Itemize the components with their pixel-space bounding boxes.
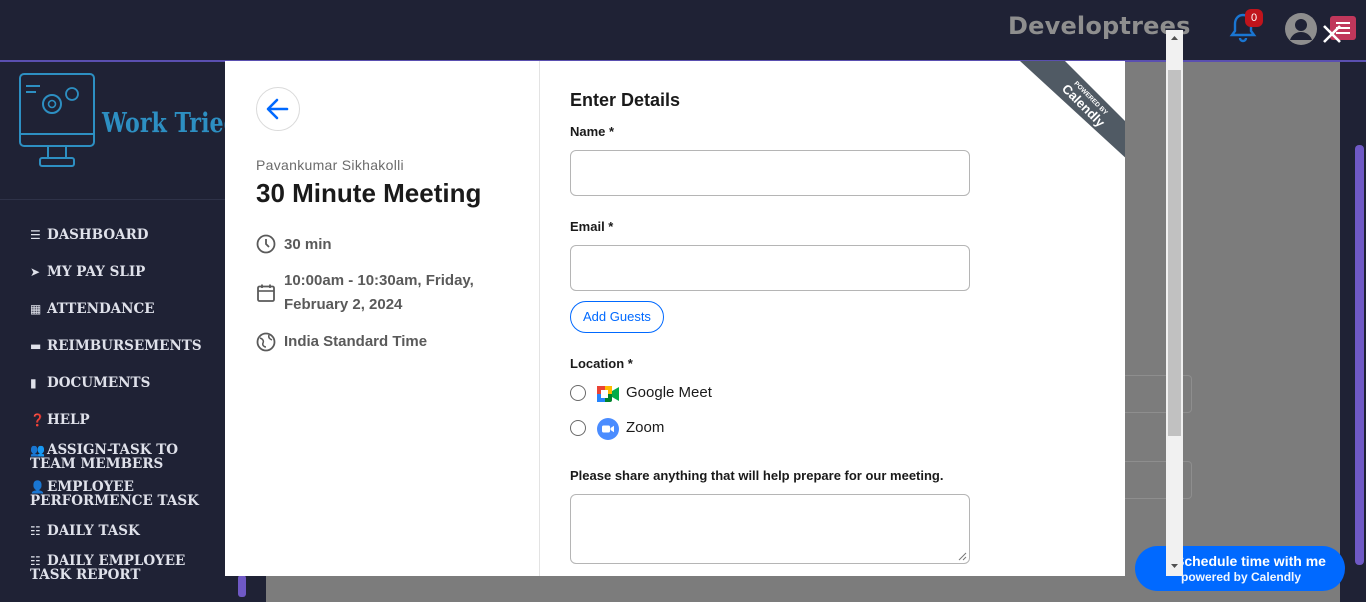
users-icon: 👥	[30, 443, 45, 457]
add-guests-button[interactable]: Add Guests	[570, 301, 664, 333]
sidebar-item-label: DOCUMENTS	[47, 375, 151, 391]
scroll-down-icon[interactable]	[1166, 560, 1183, 572]
notes-label: Please share anything that will help pre…	[570, 468, 944, 483]
zoom-label: Zoom	[626, 419, 665, 436]
notification-count-badge: 0	[1245, 9, 1263, 27]
location-option-google-meet[interactable]: Google Meet	[570, 382, 870, 406]
user-avatar-icon[interactable]	[1284, 12, 1318, 46]
work-tried-logo: Work Tried	[18, 72, 239, 177]
sidebar-item-label: MY PAY SLIP	[47, 264, 146, 280]
sidebar-item-employee-performance[interactable]: 👤 EMPLOYEE PERFORMENCE TASK	[30, 480, 220, 508]
sidebar-item-documents[interactable]: ▮ DOCUMENTS	[30, 376, 220, 390]
paper-plane-icon: ➤	[30, 265, 41, 279]
globe-icon	[256, 332, 276, 352]
page-scrollbar[interactable]	[1355, 145, 1364, 565]
sidebar-item-label: DAILY TASK	[47, 523, 140, 539]
task-list-icon: ☷	[30, 554, 41, 568]
duration-text: 30 min	[284, 236, 332, 253]
resize-handle-icon[interactable]	[957, 551, 967, 561]
clock-icon	[256, 234, 276, 254]
timezone-row: India Standard Time	[256, 329, 516, 353]
file-icon: ▮	[30, 376, 37, 390]
bars-icon: ☰	[30, 228, 41, 242]
sidebar-item-my-pay-slip[interactable]: ➤ MY PAY SLIP	[30, 265, 220, 279]
email-label: Email *	[570, 219, 614, 234]
host-name: Pavankumar Sikhakolli	[256, 157, 404, 173]
powered-by-calendly-ribbon[interactable]: POWERED BY Calendly	[1020, 61, 1125, 171]
duration-row: 30 min	[256, 232, 516, 256]
sidebar-divider	[0, 199, 226, 200]
sidebar-item-help[interactable]: ❓ HELP	[30, 413, 220, 427]
zoom-icon	[597, 418, 619, 440]
calendar-icon	[257, 284, 275, 302]
sidebar-item-label: DASHBOARD	[47, 227, 149, 243]
calendar-icon: ▦	[30, 302, 42, 316]
sidebar-item-dashboard[interactable]: ☰ DASHBOARD	[30, 228, 220, 242]
email-field[interactable]	[570, 245, 970, 291]
sidebar-item-label: HELP	[47, 412, 90, 428]
close-icon[interactable]	[1320, 22, 1344, 46]
sidebar-item-label: DAILY EMPLOYEE TASK REPORT	[30, 553, 186, 583]
name-field[interactable]	[570, 150, 970, 196]
back-button[interactable]	[256, 87, 300, 131]
sidebar-item-label: REIMBURSEMENTS	[47, 338, 202, 354]
datetime-row: 10:00am - 10:30am, Friday, February 2, 2…	[256, 269, 526, 319]
sidebar-item-label: EMPLOYEE PERFORMENCE TASK	[30, 479, 199, 509]
sidebar-item-daily-employee-report[interactable]: ☷ DAILY EMPLOYEE TASK REPORT	[30, 554, 220, 582]
event-details-pane: Pavankumar Sikhakolli 30 Minute Meeting …	[225, 61, 540, 576]
sidebar-scrollbar[interactable]	[238, 575, 246, 597]
google-meet-radio[interactable]	[570, 385, 586, 401]
form-title: Enter Details	[570, 90, 681, 110]
top-navbar: Developtrees 0	[0, 0, 1366, 62]
name-label: Name *	[570, 124, 615, 139]
badge-line-1: Schedule time with me	[1175, 553, 1326, 569]
arrow-left-icon	[266, 98, 289, 120]
brand-name: Developtrees	[1008, 12, 1191, 40]
scroll-up-icon[interactable]	[1166, 32, 1183, 44]
notes-textarea[interactable]	[570, 494, 970, 564]
location-label: Location *	[570, 356, 633, 371]
sidebar: Work Tried ☰ DASHBOARD ➤ MY PAY SLIP ▦ ATTE…	[0, 62, 239, 602]
google-meet-label: Google Meet	[626, 384, 712, 401]
badge-line-2: powered by Calendly	[1181, 570, 1302, 584]
sidebar-item-attendance[interactable]: ▦ ATTENDANCE	[30, 302, 220, 316]
sidebar-item-label: ATTENDANCE	[47, 301, 155, 317]
sidebar-item-daily-task[interactable]: ☷ DAILY TASK	[30, 524, 220, 538]
question-icon: ❓	[30, 413, 45, 427]
timezone-text: India Standard Time	[284, 333, 428, 350]
modal-scrollbar-bottom	[1166, 546, 1183, 576]
event-title: 30 Minute Meeting	[256, 178, 482, 208]
location-option-zoom[interactable]: Zoom	[570, 417, 870, 441]
calendly-booking-modal: Pavankumar Sikhakolli 30 Minute Meeting …	[225, 61, 1125, 576]
logo-text: Work Tried	[102, 108, 240, 139]
credit-card-icon: ▬	[30, 339, 42, 353]
task-list-icon: ☷	[30, 524, 41, 538]
zoom-radio[interactable]	[570, 420, 586, 436]
sidebar-item-label: ASSIGN-TASK TO TEAM MEMBERS	[30, 442, 178, 472]
google-meet-icon	[597, 386, 619, 402]
modal-scrollbar-thumb[interactable]	[1168, 70, 1181, 436]
sidebar-item-assign-task[interactable]: 👥 ASSIGN-TASK TO TEAM MEMBERS	[30, 443, 220, 471]
monitor-gear-icon	[19, 73, 95, 167]
datetime-line-2: February 2, 2024	[284, 296, 403, 313]
sidebar-item-reimbursements[interactable]: ▬ REIMBURSEMENTS	[30, 339, 220, 353]
user-edit-icon: 👤	[30, 480, 45, 494]
datetime-line-1: 10:00am - 10:30am, Friday,	[284, 272, 474, 289]
